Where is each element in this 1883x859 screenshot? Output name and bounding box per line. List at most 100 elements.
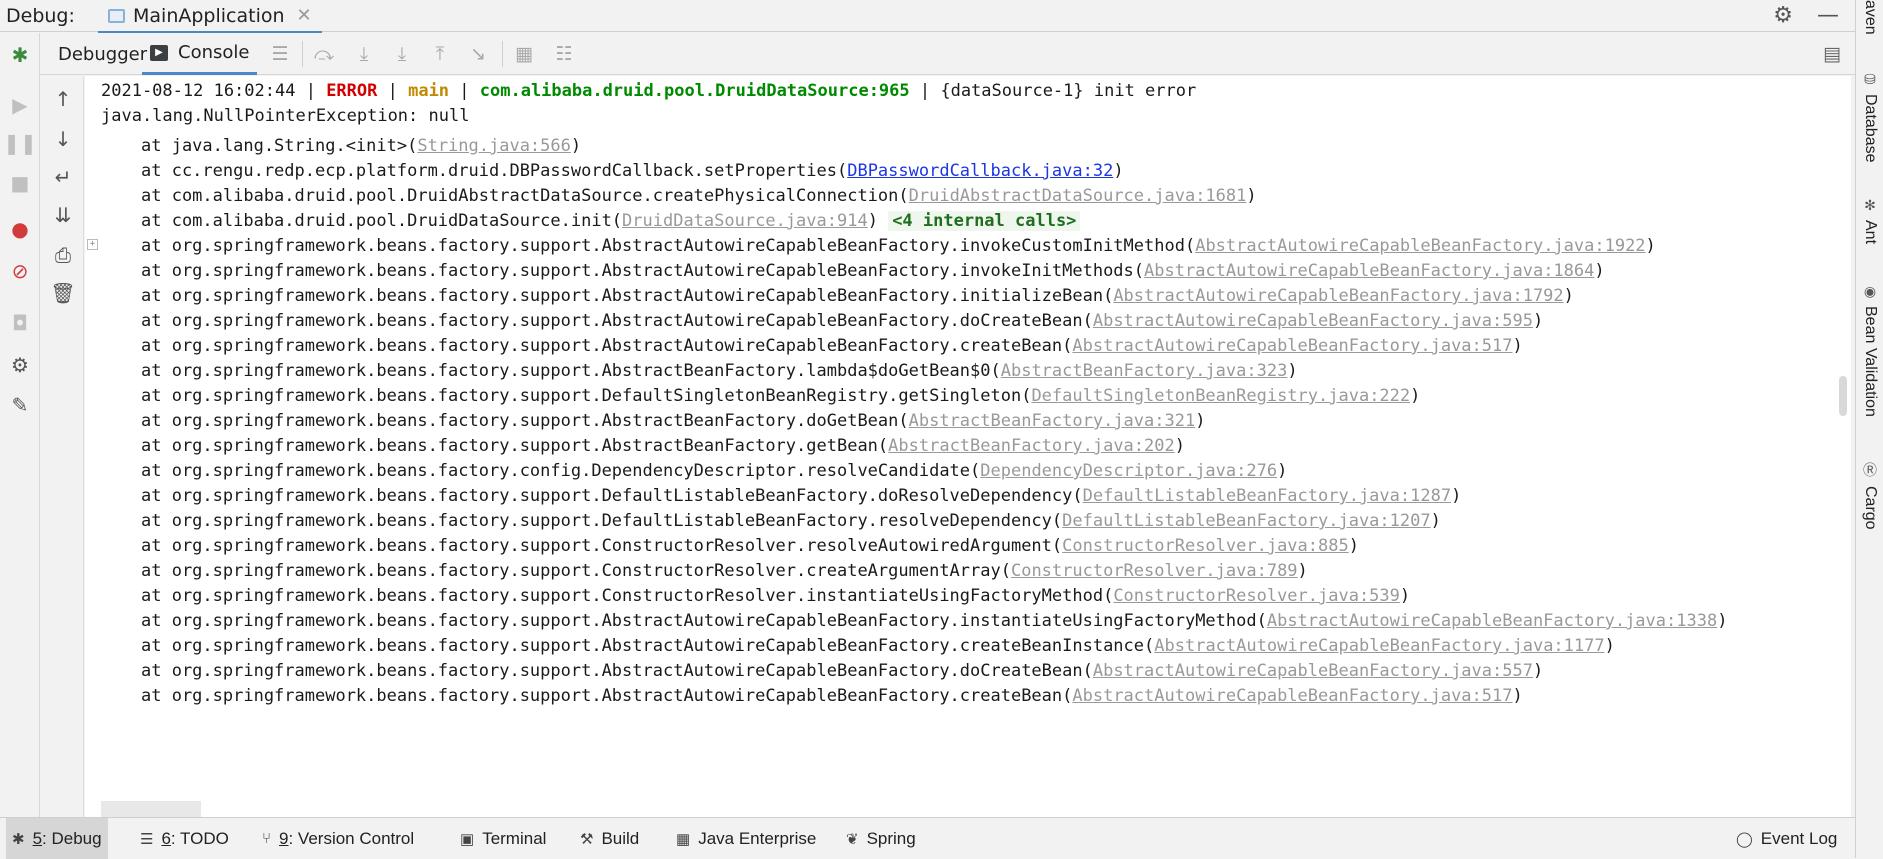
close-paren: ) xyxy=(1174,436,1185,456)
console-icon: ▶ xyxy=(150,44,168,61)
tab-event-log-label: Event Log xyxy=(1760,828,1838,848)
tab-ant[interactable]: ✻ Ant xyxy=(1856,198,1883,244)
stack-frame-method: at org.springframework.beans.factory.sup… xyxy=(141,636,1155,656)
source-link[interactable]: AbstractAutowireCapableBeanFactory.java:… xyxy=(1072,336,1512,356)
source-link[interactable]: AbstractAutowireCapableBeanFactory.java:… xyxy=(1093,311,1533,331)
force-step-into-icon[interactable]: ⤓ xyxy=(390,43,414,65)
log-timestamp: 2021-08-12 16:02:44 xyxy=(101,81,296,101)
tab-bean-validation[interactable]: ◉ Bean Validation xyxy=(1856,284,1883,417)
stack-frame-method: at org.springframework.beans.factory.sup… xyxy=(141,311,1093,331)
source-link[interactable]: String.java:566 xyxy=(417,136,571,156)
resume-icon[interactable]: ▶ xyxy=(6,91,34,119)
step-into-icon[interactable]: ⤓ xyxy=(352,43,376,65)
list-icon: ☰ xyxy=(140,830,154,848)
menu-icon[interactable]: ☰ xyxy=(268,43,292,65)
tab-spring[interactable]: ❦ Spring xyxy=(840,818,922,859)
stop-icon[interactable]: ■ xyxy=(6,169,34,197)
spring-icon: ❦ xyxy=(846,830,859,848)
soft-wrap-icon[interactable]: ↵ xyxy=(50,164,76,190)
source-link[interactable]: DependencyDescriptor.java:276 xyxy=(980,461,1277,481)
layout-icon[interactable]: ▤ xyxy=(1820,43,1844,65)
stack-frame-method: at org.springframework.beans.factory.sup… xyxy=(141,486,1083,506)
close-paren: ) xyxy=(1399,586,1411,606)
debug-toolbar: Debugger ▶ Console ☰ ⤼ ⤓ ⤓ ⤒ ↘ ▦ ☷ ▤ xyxy=(40,33,1855,75)
source-link[interactable]: DefaultListableBeanFactory.java:1207 xyxy=(1062,511,1430,531)
pin-icon[interactable]: ✎ xyxy=(6,391,34,419)
source-link[interactable]: ConstructorResolver.java:885 xyxy=(1062,536,1349,556)
close-paren: ) xyxy=(1594,261,1605,281)
stack-frame-method: at org.springframework.beans.factory.sup… xyxy=(141,336,1073,356)
source-link[interactable]: DruidDataSource.java:914 xyxy=(622,211,868,231)
speech-bubble-icon: ◯ xyxy=(1736,830,1753,848)
source-link[interactable]: AbstractAutowireCapableBeanFactory.java:… xyxy=(1113,286,1563,306)
tab-version-control[interactable]: ⑂ 9: Version Control xyxy=(256,818,420,859)
tab-build[interactable]: ⚒ Build xyxy=(574,818,645,859)
pause-icon[interactable]: ❚❚ xyxy=(3,129,37,157)
stack-frame-method: at cc.rengu.redp.ecp.platform.druid.DBPa… xyxy=(141,161,848,181)
evaluate-expression-icon[interactable]: ▦ xyxy=(512,43,536,65)
source-link[interactable]: ConstructorResolver.java:789 xyxy=(1011,561,1298,581)
source-link[interactable]: DruidAbstractDataSource.java:1681 xyxy=(909,186,1247,206)
fold-marker[interactable]: + xyxy=(87,239,98,250)
source-link[interactable]: AbstractBeanFactory.java:321 xyxy=(909,411,1196,431)
stack-frame-method: at java.lang.String.<init>( xyxy=(141,136,418,156)
console-output[interactable]: + 2021-08-12 16:02:44 | ERROR | main | c… xyxy=(85,76,1851,817)
source-link[interactable]: AbstractAutowireCapableBeanFactory.java:… xyxy=(1154,636,1604,656)
source-link[interactable]: AbstractBeanFactory.java:202 xyxy=(888,436,1175,456)
scroll-to-end-icon[interactable]: ⇊ xyxy=(50,202,76,228)
view-breakpoints-icon[interactable]: ● xyxy=(6,215,34,243)
tab-debugger[interactable]: Debugger xyxy=(58,33,147,75)
trace-icon[interactable]: ☷ xyxy=(552,43,576,65)
settings-icon[interactable]: ⚙ xyxy=(6,351,34,379)
source-link[interactable]: ConstructorResolver.java:539 xyxy=(1113,586,1400,606)
mute-breakpoints-icon[interactable]: ⊘ xyxy=(6,257,34,285)
tab-spring-label: Spring xyxy=(866,828,916,848)
bug-icon: ✱ xyxy=(12,830,25,848)
tab-debug[interactable]: ✱ 5: Debug xyxy=(6,818,108,859)
step-out-icon[interactable]: ⤒ xyxy=(428,43,452,65)
tab-main-application[interactable]: MainApplication ✕ xyxy=(98,0,322,34)
step-over-icon[interactable]: ⤼ xyxy=(312,43,336,65)
tab-vcs-label: : Version Control xyxy=(288,828,415,848)
exception-line: java.lang.NullPointerException: null xyxy=(101,106,470,126)
close-icon[interactable]: ✕ xyxy=(297,5,312,26)
debug-bug-icon[interactable]: ✱ xyxy=(6,41,34,69)
up-arrow-icon[interactable]: ↑ xyxy=(50,86,76,112)
source-link[interactable]: DBPasswordCallback.java:32 xyxy=(847,161,1113,181)
tab-todo[interactable]: ☰ 6: TODO xyxy=(134,818,235,859)
tab-maven-label: aven xyxy=(1862,0,1879,35)
stack-frame-method: at org.springframework.beans.factory.sup… xyxy=(141,436,889,456)
tab-database[interactable]: ⛁ Database xyxy=(1856,72,1883,163)
tab-database-label: Database xyxy=(1862,94,1879,163)
gear-icon[interactable]: ⚙ xyxy=(1773,3,1793,28)
source-link[interactable]: AbstractAutowireCapableBeanFactory.java:… xyxy=(1072,686,1512,706)
source-link[interactable]: AbstractAutowireCapableBeanFactory.java:… xyxy=(1093,661,1533,681)
trash-icon[interactable]: 🗑 xyxy=(50,280,76,306)
down-arrow-icon[interactable]: ↓ xyxy=(50,126,76,152)
source-link[interactable]: AbstractAutowireCapableBeanFactory.java:… xyxy=(1144,261,1594,281)
source-link[interactable]: DefaultListableBeanFactory.java:1287 xyxy=(1083,486,1451,506)
camera-icon[interactable]: ◘ xyxy=(6,309,34,337)
source-link[interactable]: AbstractAutowireCapableBeanFactory.java:… xyxy=(1267,611,1717,631)
tab-console[interactable]: ▶ Console xyxy=(142,33,258,75)
tab-terminal[interactable]: ▣ Terminal xyxy=(454,818,552,859)
vertical-scrollbar[interactable] xyxy=(1839,376,1847,416)
tab-console-label: Console xyxy=(178,42,250,63)
tab-java-enterprise[interactable]: ▦ Java Enterprise xyxy=(670,818,822,859)
close-paren: ) xyxy=(1113,161,1124,181)
print-icon[interactable]: ⎙ xyxy=(50,242,76,268)
source-link[interactable]: AbstractBeanFactory.java:323 xyxy=(1001,361,1288,381)
tab-event-log[interactable]: ◯ Event Log xyxy=(1730,818,1843,859)
tab-cargo[interactable]: Ⓡ Cargo xyxy=(1856,460,1883,530)
internal-calls-fold[interactable]: <4 internal calls> xyxy=(888,211,1081,231)
run-to-cursor-icon[interactable]: ↘ xyxy=(466,43,490,65)
close-paren: ) xyxy=(1430,511,1441,531)
source-link[interactable]: DefaultSingletonBeanRegistry.java:222 xyxy=(1031,386,1410,406)
tab-debug-label: : Debug xyxy=(42,828,102,848)
tab-maven[interactable]: aven xyxy=(1856,0,1883,35)
log-separator: | xyxy=(449,81,480,101)
source-link[interactable]: AbstractAutowireCapableBeanFactory.java:… xyxy=(1195,236,1645,256)
minimize-icon[interactable]: — xyxy=(1817,3,1839,28)
stack-frame-method: at org.springframework.beans.factory.sup… xyxy=(141,611,1267,631)
stack-frame-method: at org.springframework.beans.factory.sup… xyxy=(141,561,1011,581)
